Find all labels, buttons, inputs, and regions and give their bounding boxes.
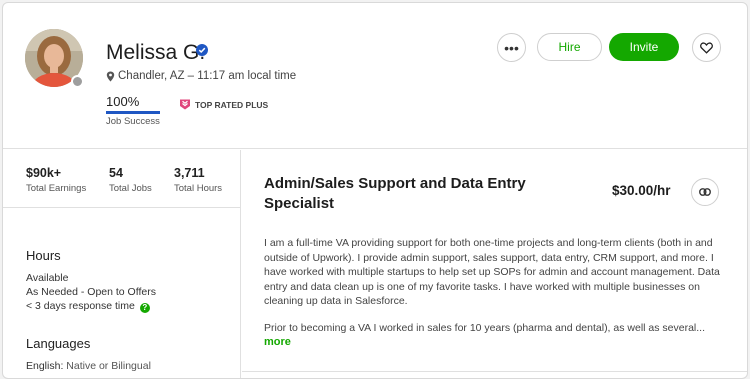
language-level: Native or Bilingual (66, 360, 151, 372)
language-name: English: (26, 360, 64, 372)
profile-header: Melissa G. Chandler, AZ – 11:17 am local… (3, 3, 747, 149)
stat-label: Total Earnings (26, 183, 87, 194)
job-success-value: 100% (106, 94, 140, 109)
hours-schedule: As Needed - Open to Offers (26, 286, 156, 298)
verified-check-icon (196, 44, 208, 56)
heart-icon (700, 41, 713, 54)
description-line: outside of Upwork). I provide admin supp… (264, 251, 714, 264)
top-rated-label: TOP RATED PLUS (195, 99, 269, 110)
stat-value: $90k+ (26, 166, 62, 180)
profile-title: Admin/Sales Support and Data Entry Speci… (264, 175, 526, 212)
freelancer-name: Melissa G. (106, 41, 206, 64)
description-line: I am a full-time VA providing support fo… (264, 237, 713, 249)
description-line: cleaning up data in Salesforce. (264, 295, 408, 308)
stat-value: 3,711 (174, 166, 205, 180)
stat-total-hours: 3,711 Total Hours (174, 166, 222, 194)
show-more-link[interactable]: more (264, 336, 291, 348)
job-success-bar (106, 111, 160, 114)
link-icon (699, 188, 711, 196)
hours-availability: Available (26, 272, 69, 284)
map-pin-icon (106, 71, 115, 81)
stat-value: 54 (109, 166, 123, 180)
top-rated-plus-icon (180, 99, 190, 110)
stat-total-jobs: 54 Total Jobs (109, 166, 152, 194)
stat-label: Total Jobs (109, 183, 152, 194)
language-item: English: Native or Bilingual (26, 360, 151, 372)
location-text: Chandler, AZ – 11:17 am local time (118, 70, 297, 82)
more-options-button[interactable]: ••• (497, 33, 526, 62)
job-success-label: Job Success (106, 116, 160, 127)
hourly-rate: $30.00/hr (612, 183, 671, 198)
question-icon[interactable]: ? (139, 303, 150, 313)
hire-button[interactable]: Hire (537, 33, 602, 61)
online-status-dot (71, 75, 84, 88)
profile-overview: Admin/Sales Support and Data Entry Speci… (242, 150, 747, 378)
copy-link-button[interactable] (691, 178, 719, 206)
location-line: Chandler, AZ – 11:17 am local time (106, 70, 296, 82)
description-line: Prior to becoming a VA I worked in sales… (264, 322, 706, 334)
description-line: entry and data clean up is one of my fav… (264, 280, 700, 293)
description-line: have worked with multiple startups to he… (264, 266, 720, 279)
stat-label: Total Hours (174, 183, 223, 194)
profile-card: Melissa G. Chandler, AZ – 11:17 am local… (2, 2, 748, 379)
top-rated-badge: TOP RATED PLUS (179, 99, 268, 110)
hours-heading: Hours (26, 248, 61, 263)
divider (242, 371, 747, 372)
stats-row: $90k+ Total Earnings 54 Total Jobs 3,711… (3, 150, 241, 208)
languages-heading: Languages (26, 336, 91, 351)
invite-button[interactable]: Invite (609, 33, 679, 61)
stat-total-earnings: $90k+ Total Earnings (26, 166, 86, 194)
job-success: 100% Job Success (106, 94, 160, 127)
save-favorite-button[interactable] (692, 33, 721, 62)
response-time-text: < 3 days response time (26, 300, 135, 312)
hours-response-time: < 3 days response time ? (26, 300, 150, 313)
sidebar: $90k+ Total Earnings 54 Total Jobs 3,711… (3, 150, 241, 378)
